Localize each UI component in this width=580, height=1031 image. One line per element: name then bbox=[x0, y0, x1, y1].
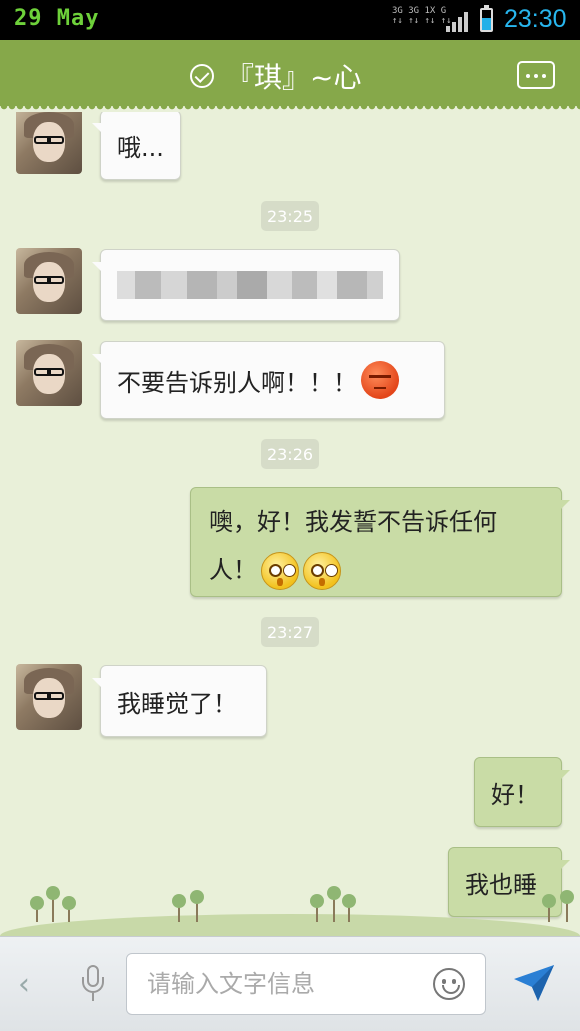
message-bubble-incoming[interactable]: 不要告诉别人啊！！！ bbox=[92, 341, 445, 419]
status-date: 29 May bbox=[14, 6, 100, 31]
message-bubble-outgoing[interactable]: 好！ bbox=[474, 757, 570, 827]
more-options-button[interactable] bbox=[517, 61, 555, 89]
status-bar: 29 May 3G 3G 1X G ↑↓ ↑↓ ↑↓ ↑↓ 23:30 bbox=[0, 0, 580, 40]
message-text: 我睡觉了！ bbox=[117, 689, 237, 718]
signal-icon bbox=[446, 12, 468, 32]
status-time: 23:30 bbox=[504, 5, 567, 33]
compose-bar: ‹ bbox=[0, 936, 580, 1031]
message-list[interactable]: 哦... 23:25 不要告诉别人啊！！！ 23:26 噢，好！我发誓不告诉任何… bbox=[0, 112, 580, 934]
angry-face-icon bbox=[361, 361, 399, 399]
chevron-left-icon[interactable]: ‹ bbox=[18, 967, 30, 1002]
contact-avatar[interactable] bbox=[16, 340, 82, 406]
contact-avatar[interactable] bbox=[16, 664, 82, 730]
background-landscape bbox=[0, 880, 580, 936]
contact-avatar[interactable] bbox=[16, 112, 82, 174]
battery-icon bbox=[480, 5, 493, 32]
message-text: 哦... bbox=[117, 133, 164, 162]
online-check-icon bbox=[190, 64, 214, 88]
stare-face-icon bbox=[303, 552, 341, 590]
contact-avatar[interactable] bbox=[16, 248, 82, 314]
message-input[interactable] bbox=[147, 966, 417, 1002]
message-text: 不要告诉别人啊！！！ bbox=[117, 368, 357, 397]
message-text: 噢，好！我发誓不告诉任何人！ bbox=[209, 508, 497, 584]
message-bubble-incoming[interactable]: 哦... bbox=[92, 112, 181, 180]
contact-name[interactable]: 『琪』~心 bbox=[226, 56, 361, 96]
send-icon[interactable] bbox=[512, 963, 556, 1003]
message-bubble-incoming[interactable]: 我睡觉了！ bbox=[92, 665, 267, 737]
message-text: 好！ bbox=[491, 780, 539, 809]
stare-face-icon bbox=[261, 552, 299, 590]
network-icon: 3G 3G 1X G ↑↓ ↑↓ ↑↓ ↑↓ bbox=[392, 6, 452, 26]
message-timestamp: 23:25 bbox=[261, 201, 319, 231]
chat-header: 『琪』~心 bbox=[0, 40, 580, 112]
message-timestamp: 23:27 bbox=[261, 617, 319, 647]
message-timestamp: 23:26 bbox=[261, 439, 319, 469]
microphone-icon[interactable] bbox=[80, 965, 106, 1005]
emoji-icon[interactable] bbox=[433, 968, 465, 1000]
message-bubble-outgoing[interactable]: 噢，好！我发誓不告诉任何人！ bbox=[190, 487, 570, 597]
message-input-box bbox=[126, 953, 486, 1015]
message-bubble-incoming[interactable] bbox=[92, 249, 400, 321]
blurred-content bbox=[117, 271, 383, 299]
